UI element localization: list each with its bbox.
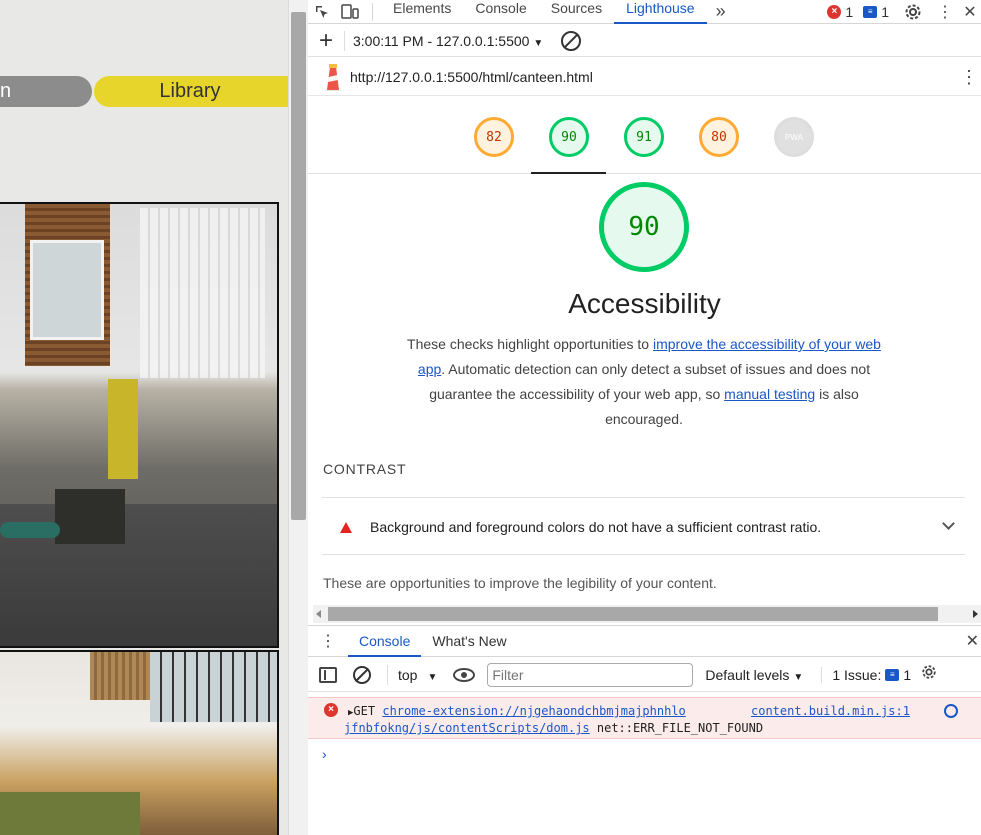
category-description: These checks highlight opportunities to … <box>407 336 881 427</box>
category-section: 90 Accessibility These checks highlight … <box>308 175 981 605</box>
tab-console[interactable]: Console <box>463 0 538 24</box>
close-drawer-icon[interactable]: ✕ <box>966 631 981 651</box>
report-kebab-icon[interactable]: ⋮ <box>957 68 981 86</box>
chevron-down-icon: ▼ <box>427 671 438 683</box>
error-url-link[interactable]: chrome-extension://njgehaondchbmjmajphnh… <box>382 704 685 718</box>
console-prompt-chevron-icon[interactable]: › <box>322 746 327 762</box>
active-gauge-indicator <box>531 172 606 174</box>
lighthouse-logo-icon <box>322 63 344 91</box>
lighthouse-url-bar: http://127.0.0.1:5500/html/canteen.html … <box>308 58 981 96</box>
score-gauges: 82 90 91 80 PWA <box>308 97 981 174</box>
inspect-element-icon[interactable] <box>308 0 336 24</box>
toggle-sidebar-icon[interactable] <box>319 666 337 683</box>
canteen-photo-1 <box>0 202 279 648</box>
devtools-panel: Elements Console Sources Lighthouse » × … <box>308 0 981 835</box>
gauge-best-practices[interactable]: 91 <box>624 117 664 157</box>
canteen-photo-2 <box>0 650 279 835</box>
devtools-tab-bar: Elements Console Sources Lighthouse » × … <box>308 0 981 24</box>
console-error-message[interactable]: × ▶GET chrome-extension://njgehaondchbmj… <box>308 697 981 739</box>
settings-gear-icon[interactable] <box>899 0 927 24</box>
manual-testing-link[interactable]: manual testing <box>724 386 815 402</box>
chevron-down-icon: ▼ <box>533 37 544 49</box>
report-selector-label: 3:00:11 PM - 127.0.0.1:5500 <box>353 32 530 49</box>
context-selector[interactable]: top ▼ <box>387 664 438 685</box>
context-selector-label: top <box>398 666 418 683</box>
tab-lighthouse[interactable]: Lighthouse <box>614 0 707 24</box>
gauge-seo[interactable]: 80 <box>699 117 739 157</box>
drawer-menu-kebab-icon[interactable]: ⋮ <box>308 631 348 651</box>
pwa-label: PWA <box>785 132 803 142</box>
error-count: 1 <box>845 3 854 20</box>
message-icon: ≡ <box>863 5 878 18</box>
new-report-plus-icon[interactable]: + <box>308 27 344 55</box>
issues-label: 1 Issue: <box>832 666 882 683</box>
error-icon: × <box>324 703 338 717</box>
status-badges[interactable]: × 1 ≡ 1 ⋮ ✕ <box>827 0 981 24</box>
more-options-kebab-icon[interactable]: ⋮ <box>931 0 959 24</box>
lighthouse-toolbar: + 3:00:11 PM - 127.0.0.1:5500 ▼ <box>308 25 981 57</box>
issues-counter[interactable]: 1 Issue: ≡ 1 <box>821 666 912 683</box>
audit-group-description: These are opportunities to improve the l… <box>323 575 717 591</box>
horizontal-scrollbar-thumb[interactable] <box>328 607 938 621</box>
gauge-accessibility[interactable]: 90 <box>549 117 589 157</box>
issues-count: 1 <box>903 666 912 683</box>
console-settings-gear-icon[interactable] <box>921 664 937 685</box>
drawer-tab-bar: ⋮ Console What's New ✕ <box>308 625 981 657</box>
category-title: Accessibility <box>568 288 721 319</box>
audit-title: Background and foreground colors do not … <box>370 519 822 535</box>
clear-console-icon[interactable] <box>353 665 371 684</box>
nav-pill-partial[interactable]: n <box>0 76 92 107</box>
horizontal-scrollbar[interactable] <box>313 605 981 623</box>
log-levels-label: Default levels <box>705 666 790 683</box>
console-toolbar: top▼ Default levels▼ 1 Issue: ≡ 1 <box>308 658 981 692</box>
tab-elements[interactable]: Elements <box>381 0 463 24</box>
web-page-viewport: n Library <box>0 0 288 835</box>
audit-group-title: CONTRAST <box>323 461 407 477</box>
error-text-line-1: ▶GET chrome-extension://njgehaondchbmjma… <box>348 704 686 718</box>
screen: n Library Elements Console Sources Light… <box>0 0 981 835</box>
error-url-link-continued[interactable]: jfnbfokng/js/contentScripts/dom.js <box>344 721 590 735</box>
clear-reports-icon[interactable] <box>561 30 582 51</box>
error-text-line-2: jfnbfokng/js/contentScripts/dom.js net::… <box>344 721 764 735</box>
category-score-gauge: 90 <box>599 182 689 272</box>
report-selector[interactable]: 3:00:11 PM - 127.0.0.1:5500 ▼ <box>344 30 551 51</box>
device-toolbar-icon[interactable] <box>336 0 364 24</box>
fail-triangle-icon <box>340 522 352 533</box>
message-count: 1 <box>881 3 889 20</box>
gauge-pwa[interactable]: PWA <box>774 117 814 157</box>
scroll-left-icon[interactable] <box>316 610 321 618</box>
chevron-down-icon: ▼ <box>793 671 804 683</box>
page-vertical-scrollbar[interactable] <box>288 0 308 835</box>
live-expression-eye-icon[interactable] <box>453 667 476 682</box>
error-icon: × <box>827 4 842 19</box>
more-tabs-icon[interactable]: » <box>707 0 735 24</box>
gauge-performance[interactable]: 82 <box>474 117 514 157</box>
error-source-link[interactable]: content.build.min.js:1 <box>751 704 910 718</box>
expand-chevron-icon[interactable] <box>942 517 955 530</box>
network-request-icon[interactable] <box>944 704 958 718</box>
console-filter-input[interactable] <box>487 662 694 687</box>
issue-message-icon: ≡ <box>885 668 900 681</box>
scroll-right-icon[interactable] <box>973 610 978 618</box>
nav-pill-library[interactable]: Library <box>94 76 288 107</box>
tab-sources[interactable]: Sources <box>539 0 614 24</box>
drawer-tab-console[interactable]: Console <box>348 626 422 657</box>
page-scrollbar-thumb[interactable] <box>291 12 306 520</box>
drawer-tab-whats-new[interactable]: What's New <box>421 626 517 657</box>
audit-row-color-contrast[interactable]: Background and foreground colors do not … <box>322 497 965 555</box>
log-levels-dropdown[interactable]: Default levels ▼ <box>705 667 803 683</box>
audited-url: http://127.0.0.1:5500/html/canteen.html <box>350 68 593 85</box>
close-devtools-icon[interactable]: ✕ <box>963 0 977 24</box>
